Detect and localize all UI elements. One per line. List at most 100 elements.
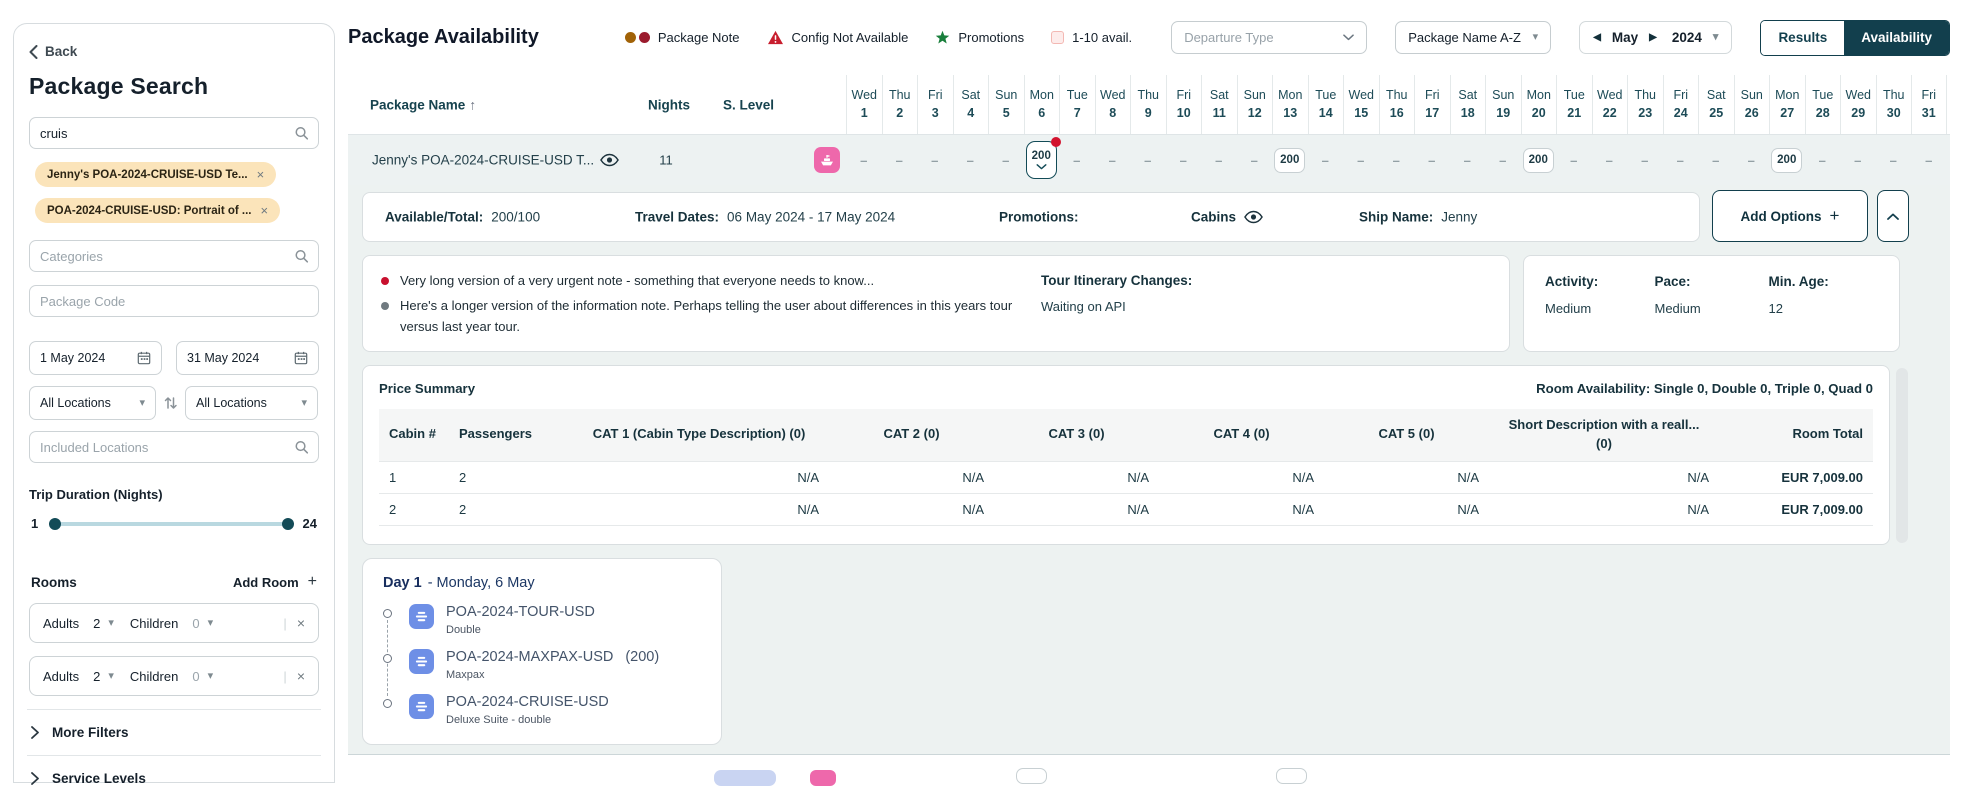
day-dow: Mon: [1527, 87, 1551, 105]
itinerary-item[interactable]: POA-2024-TOUR-USD Double: [383, 604, 701, 636]
location-to-select[interactable]: All Locations ▾: [185, 386, 318, 420]
availability-chip[interactable]: 200: [1523, 148, 1554, 173]
children-stepper[interactable]: ▾: [208, 618, 214, 629]
itinerary-item[interactable]: POA-2024-MAXPAX-USD(200) Maxpax: [383, 649, 701, 681]
star-icon: [935, 30, 950, 45]
price-column-header: CAT 2 (0): [829, 409, 994, 461]
next-availability-chip[interactable]: [1016, 768, 1047, 784]
availability-cell: –: [1059, 135, 1095, 185]
price-summary-panel: Price Summary Room Availability: Single …: [362, 365, 1890, 545]
itinerary-item-title: POA-2024-TOUR-USD: [446, 604, 595, 620]
next-month-icon[interactable]: ▶: [1649, 32, 1657, 43]
package-stats-card: Activity: Medium Pace: Medium Min. Age: …: [1523, 255, 1900, 352]
more-filters-toggle[interactable]: More Filters: [27, 709, 321, 755]
ship-name: Ship Name: Jenny: [1359, 210, 1477, 225]
day-num: 30: [1887, 105, 1901, 123]
package-name-column-header[interactable]: Package Name↑: [370, 97, 476, 112]
children-count: 0: [192, 669, 199, 684]
package-chip[interactable]: POA-2024-CRUISE-USD: Portrait of ... ×: [35, 198, 280, 223]
availability-cell[interactable]: 200: [1769, 135, 1805, 185]
calendar-header: Package Name↑ Nights S. Level Wed 1 Thu …: [348, 75, 1950, 135]
search-input[interactable]: [40, 126, 288, 141]
trip-duration-slider: 1 24: [31, 516, 317, 531]
day-column-header: Wed 22: [1592, 75, 1628, 134]
duration-slider-handle-max[interactable]: [282, 518, 294, 530]
day-dow: Tue: [1315, 87, 1336, 105]
availability-cell: –: [1450, 135, 1486, 185]
availability-cell[interactable]: 200: [1272, 135, 1308, 185]
day-num: 3: [932, 105, 939, 123]
package-chip[interactable]: Jenny's POA-2024-CRUISE-USD Te... ×: [35, 162, 276, 187]
prev-month-icon[interactable]: ◀: [1593, 32, 1601, 43]
departure-type-select[interactable]: Departure Type: [1171, 21, 1367, 54]
date-to-picker[interactable]: 31 May 2024: [176, 341, 319, 375]
swap-locations-icon[interactable]: [163, 395, 178, 411]
back-button[interactable]: Back: [29, 44, 319, 59]
included-locations-field[interactable]: [29, 431, 319, 463]
package-code-field[interactable]: [29, 285, 319, 317]
children-count: 0: [192, 616, 199, 631]
availability-tab[interactable]: Availability: [1844, 21, 1949, 55]
day-dow: Fri: [1673, 87, 1688, 105]
view-cabins-eye-icon[interactable]: [1244, 211, 1263, 224]
availability-cell: –: [1627, 135, 1663, 185]
itinerary-item-subtitle: Double: [446, 624, 607, 636]
detail-scrollbar[interactable]: [1896, 368, 1908, 543]
add-room-button[interactable]: Add Room +: [233, 573, 317, 591]
room-row: Adults 2 ▾ Children 0 ▾ | ×: [29, 603, 319, 643]
day-dow: Wed: [1846, 87, 1871, 105]
day-dow: Thu: [889, 87, 911, 105]
ship-name-value: Jenny: [1441, 210, 1477, 225]
remove-room-icon[interactable]: ×: [297, 615, 305, 631]
service-item-icon: [409, 694, 434, 719]
availability-chip[interactable]: 200: [1026, 141, 1057, 179]
service-item-icon: [409, 649, 434, 674]
no-availability-dash: –: [1570, 153, 1577, 168]
next-availability-chip[interactable]: [1276, 768, 1307, 784]
chevron-up-icon: [1887, 213, 1899, 220]
day-column-header: Sun 5: [988, 75, 1024, 134]
results-tab[interactable]: Results: [1761, 21, 1844, 55]
day-num: 15: [1354, 105, 1368, 123]
timeline-node-icon: [383, 609, 392, 618]
availability-count: 200: [1777, 154, 1796, 166]
remove-room-icon[interactable]: ×: [297, 668, 305, 684]
year-dropdown-icon[interactable]: ▾: [1713, 32, 1719, 43]
date-from-picker[interactable]: 1 May 2024: [29, 341, 162, 375]
categories-input[interactable]: [40, 249, 288, 264]
adults-stepper[interactable]: ▾: [108, 618, 114, 629]
price-column-header: CAT 1 (Cabin Type Description) (0): [569, 409, 829, 461]
day-dow: Sun: [1492, 87, 1514, 105]
price-column-header: Cabin #: [379, 409, 449, 461]
availability-chip[interactable]: 200: [1274, 148, 1305, 173]
children-stepper[interactable]: ▾: [208, 671, 214, 682]
itinerary-item-subtitle: Deluxe Suite - double: [446, 714, 621, 726]
availability-cell[interactable]: 200: [1521, 135, 1557, 185]
duration-slider-track[interactable]: [50, 522, 290, 526]
view-package-eye-icon[interactable]: [600, 154, 619, 167]
pace-label: Pace:: [1654, 274, 1690, 289]
availability-chip[interactable]: 200: [1771, 148, 1802, 173]
itinerary-item[interactable]: POA-2024-CRUISE-USD Deluxe Suite - doubl…: [383, 694, 701, 726]
adults-stepper[interactable]: ▾: [108, 671, 114, 682]
day-column-header: Tue 28: [1805, 75, 1841, 134]
categories-field[interactable]: [29, 240, 319, 272]
legend-label: Promotions: [958, 30, 1024, 45]
package-code-input[interactable]: [40, 294, 288, 309]
location-from-select[interactable]: All Locations ▾: [29, 386, 156, 420]
package-search-field[interactable]: [29, 117, 319, 149]
itinerary-item-title: POA-2024-CRUISE-USD: [446, 694, 609, 710]
remove-chip-icon[interactable]: ×: [260, 203, 268, 218]
included-locations-input[interactable]: [40, 440, 288, 455]
collapse-detail-button[interactable]: [1877, 190, 1909, 242]
day-dow: Tue: [1067, 87, 1088, 105]
duration-slider-handle-min[interactable]: [49, 518, 61, 530]
remove-chip-icon[interactable]: ×: [257, 167, 265, 182]
add-options-button[interactable]: Add Options +: [1712, 190, 1868, 242]
day-dow: Mon: [1030, 87, 1054, 105]
availability-cell[interactable]: 200: [1024, 135, 1060, 185]
add-options-label: Add Options: [1741, 209, 1822, 224]
service-levels-toggle[interactable]: Service Levels: [27, 755, 321, 801]
sort-select[interactable]: Package Name A-Z ▾: [1395, 21, 1551, 54]
day-dow: Wed: [1597, 87, 1622, 105]
